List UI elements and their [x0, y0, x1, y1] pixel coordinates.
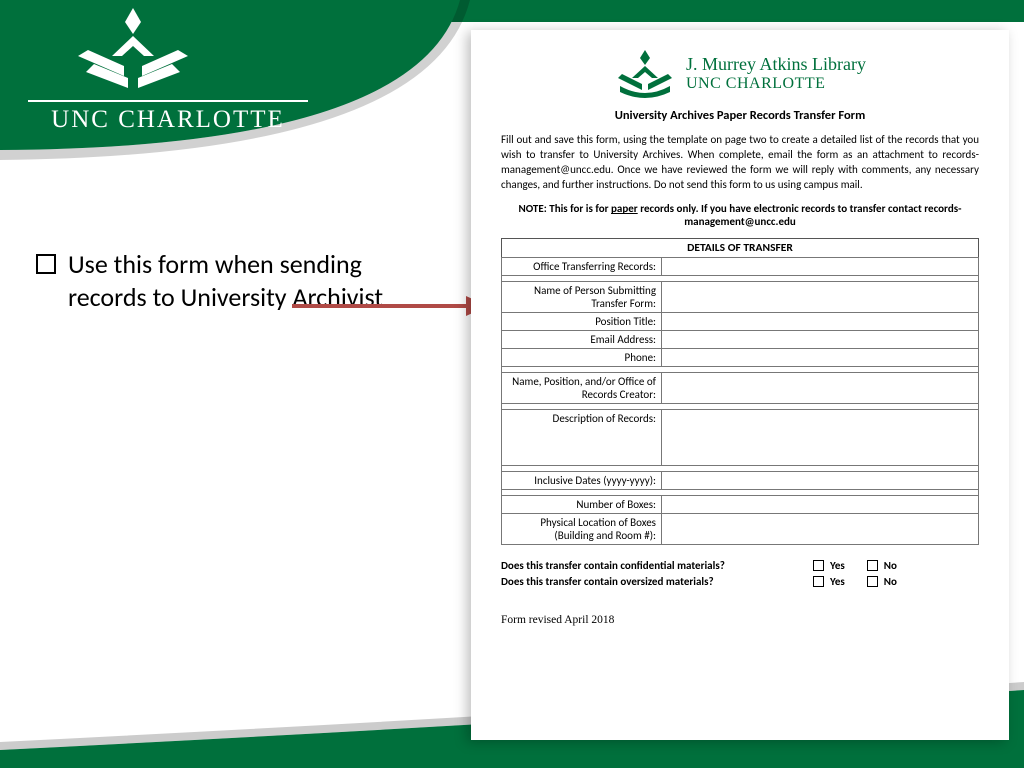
- field-creator-input[interactable]: [662, 373, 979, 404]
- field-creator-label: Name, Position, and/or Office of Records…: [502, 373, 662, 404]
- form-revised-note: Form revised April 2018: [501, 614, 979, 626]
- question-1-text: Does this transfer contain confidential …: [501, 559, 791, 572]
- doc-title: University Archives Paper Records Transf…: [501, 108, 979, 123]
- q1-yes-checkbox[interactable]: [813, 560, 824, 571]
- field-dates-input[interactable]: [662, 472, 979, 490]
- library-name-line1: J. Murrey Atkins Library: [686, 54, 866, 75]
- doc-header: J. Murrey Atkins Library UNC CHARLOTTE: [501, 50, 979, 98]
- q1-no-checkbox[interactable]: [867, 560, 878, 571]
- field-description-input[interactable]: [662, 410, 979, 466]
- field-phone-input[interactable]: [662, 349, 979, 367]
- transfer-form-document: J. Murrey Atkins Library UNC CHARLOTTE U…: [471, 30, 1009, 740]
- q2-yes-checkbox[interactable]: [813, 576, 824, 587]
- field-location-input[interactable]: [662, 514, 979, 545]
- field-position-input[interactable]: [662, 313, 979, 331]
- no-label-2: No: [884, 575, 897, 588]
- q2-no-checkbox[interactable]: [867, 576, 878, 587]
- field-dates-label: Inclusive Dates (yyyy-yyyy):: [502, 472, 662, 490]
- field-office-input[interactable]: [662, 258, 979, 276]
- brand-logo: UNC CHARLOTTE: [28, 6, 308, 136]
- details-header: DETAILS OF TRANSFER: [501, 238, 979, 257]
- field-boxes-input[interactable]: [662, 496, 979, 514]
- no-label: No: [884, 559, 897, 572]
- questions-block: Does this transfer contain confidential …: [501, 559, 979, 588]
- field-position-label: Position Title:: [502, 313, 662, 331]
- field-description-label: Description of Records:: [502, 410, 662, 466]
- field-name-label: Name of Person Submitting Transfer Form:: [502, 282, 662, 313]
- question-2-text: Does this transfer contain oversized mat…: [501, 575, 791, 588]
- yes-label: Yes: [830, 559, 845, 572]
- field-name-input[interactable]: [662, 282, 979, 313]
- doc-note: NOTE: This for is for paper records only…: [501, 202, 979, 228]
- library-name-line2: UNC CHARLOTTE: [686, 75, 866, 93]
- doc-intro: Fill out and save this form, using the t…: [501, 133, 979, 192]
- library-crown-icon: [614, 50, 676, 98]
- transfer-form-table: Office Transferring Records: Name of Per…: [501, 257, 979, 545]
- bullet-square-icon: [36, 254, 56, 274]
- field-boxes-label: Number of Boxes:: [502, 496, 662, 514]
- field-phone-label: Phone:: [502, 349, 662, 367]
- field-email-input[interactable]: [662, 331, 979, 349]
- pointer-arrow-icon: [290, 294, 490, 318]
- brand-name: UNC CHARLOTTE: [28, 100, 308, 134]
- yes-label-2: Yes: [830, 575, 845, 588]
- field-office-label: Office Transferring Records:: [502, 258, 662, 276]
- field-location-label: Physical Location of Boxes (Building and…: [502, 514, 662, 545]
- field-email-label: Email Address:: [502, 331, 662, 349]
